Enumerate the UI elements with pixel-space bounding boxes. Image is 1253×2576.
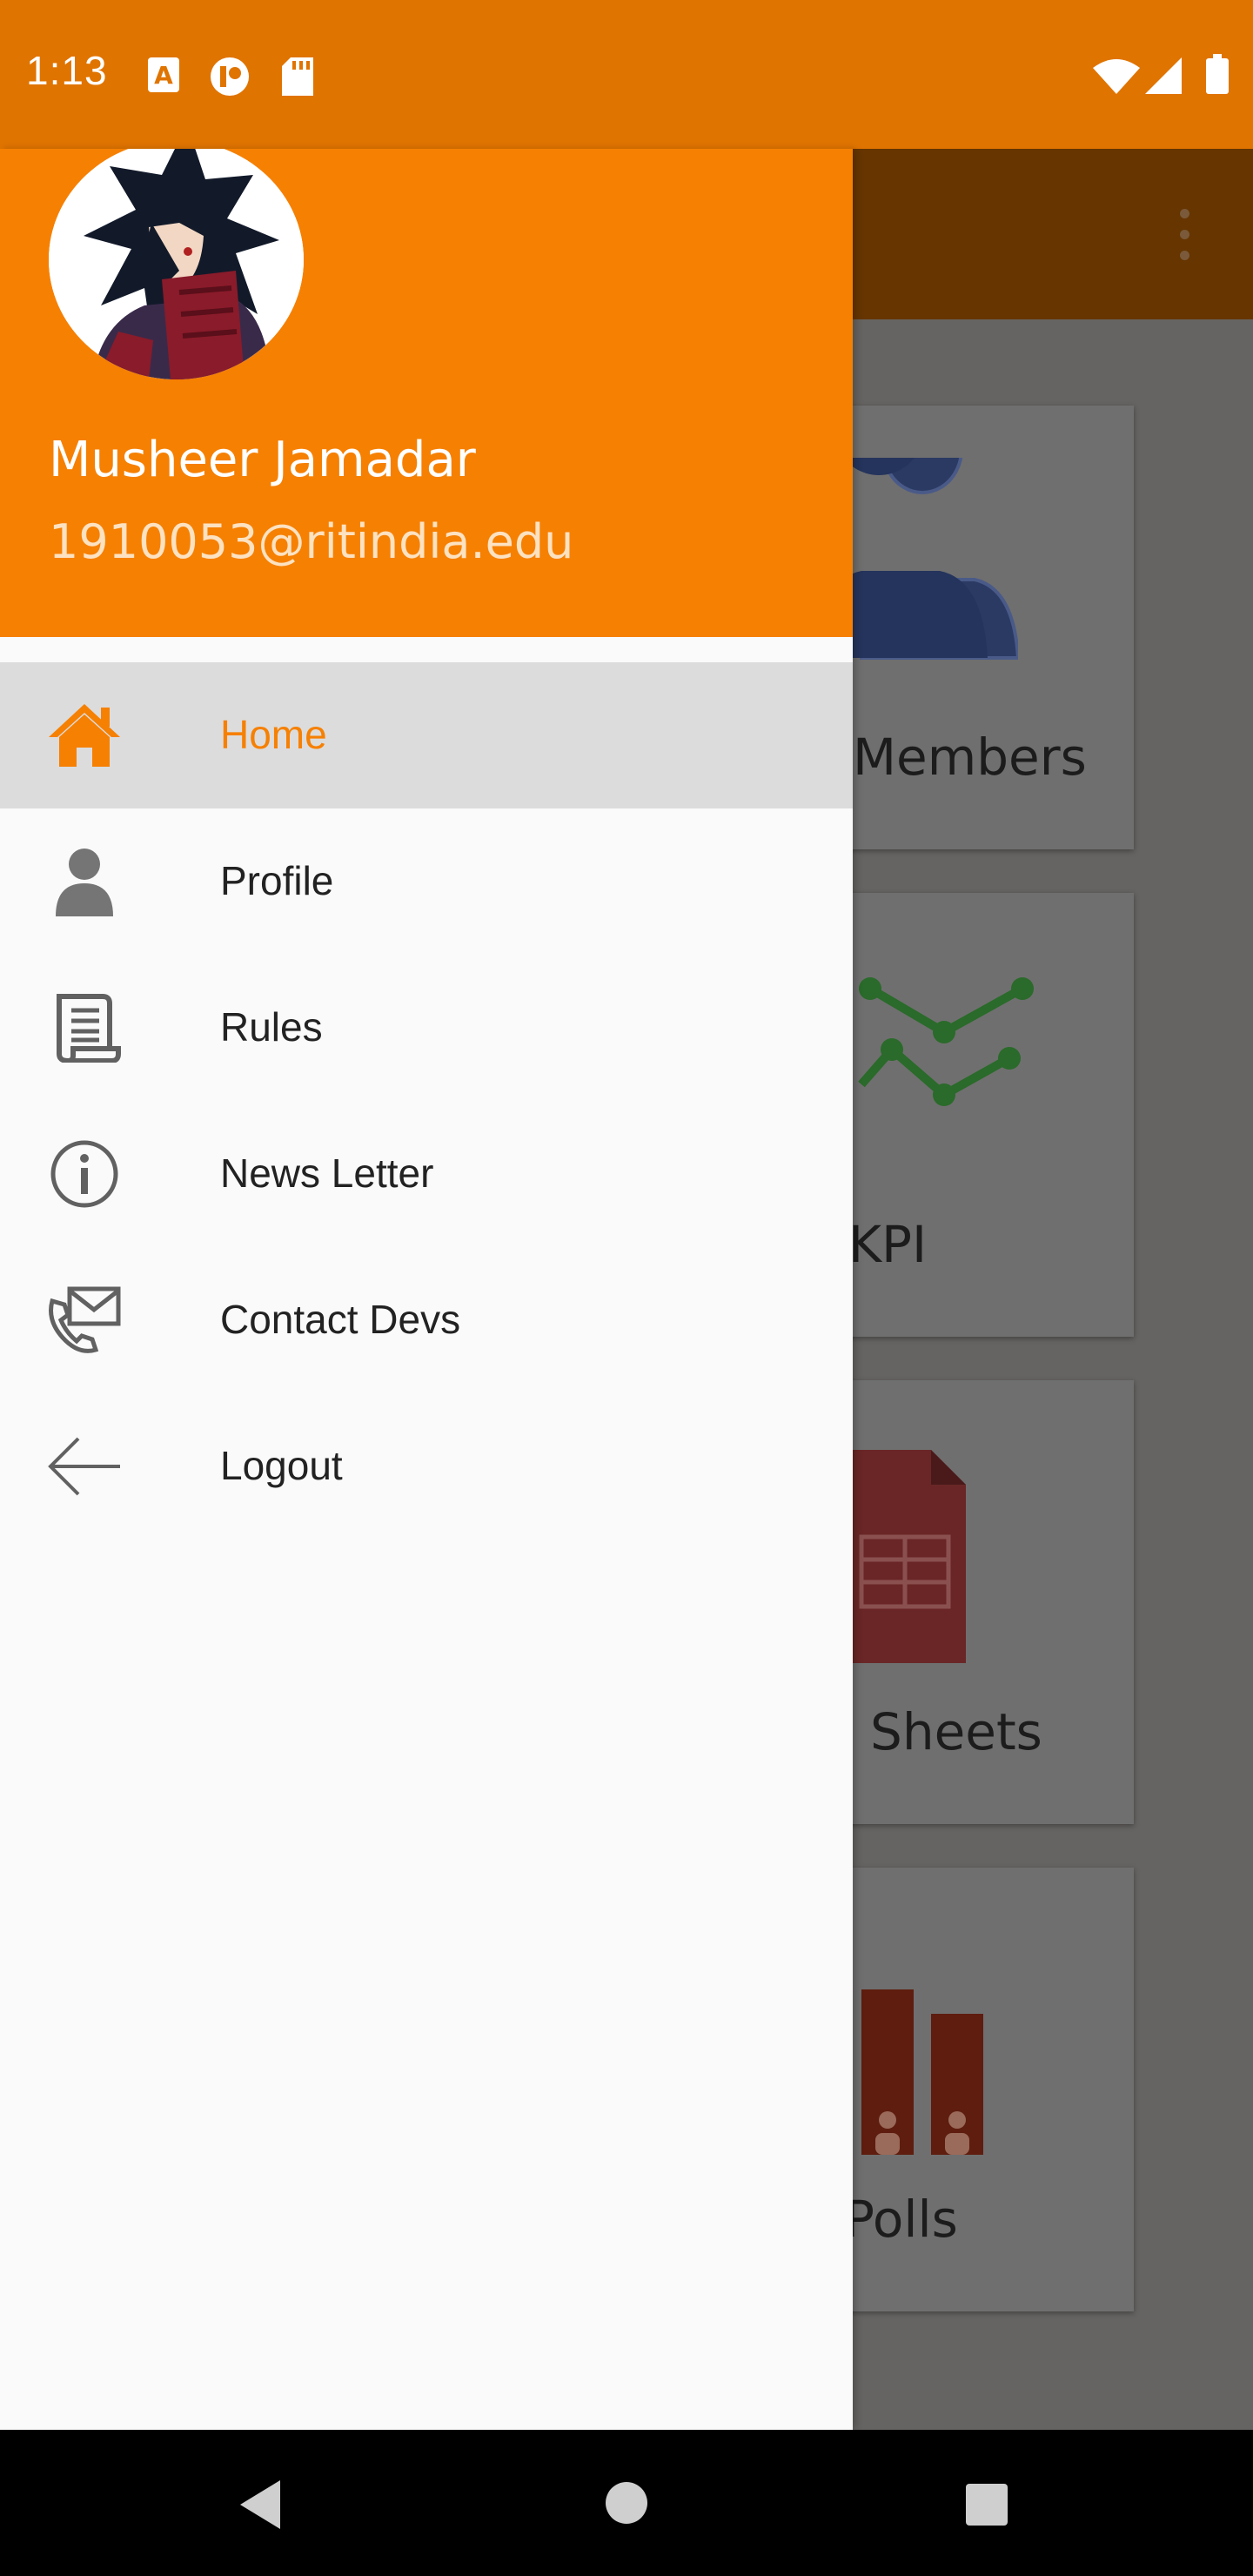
members-card-label: Members	[853, 728, 1087, 787]
navigation-drawer: Musheer Jamadar 1910053@ritindia.edu Hom…	[0, 149, 853, 2430]
signal-icon	[1145, 57, 1182, 94]
sd-card-icon	[282, 57, 313, 96]
scroll-icon	[57, 994, 121, 1063]
avatar[interactable]	[49, 149, 304, 379]
drawer-item-contact-devs[interactable]: Contact Devs	[0, 1247, 853, 1393]
system-navigation-bar	[0, 2430, 1253, 2576]
drawer-item-label: Profile	[220, 858, 334, 903]
user-name: Musheer Jamadar	[49, 432, 476, 488]
contact-mail-icon	[49, 1286, 121, 1353]
overflow-menu-icon[interactable]	[1171, 209, 1197, 261]
drawer-item-home[interactable]: Home	[0, 662, 853, 808]
polls-icon	[861, 1989, 983, 2155]
status-time: 1:13	[26, 48, 108, 93]
drawer-item-label: News Letter	[220, 1150, 434, 1196]
sheets-card-label: Sheets	[870, 1702, 1042, 1761]
drawer-item-profile[interactable]: Profile	[0, 808, 853, 955]
drawer-item-label: Home	[220, 712, 327, 757]
drawer-item-rules[interactable]: Rules	[0, 955, 853, 1101]
recents-button-icon[interactable]	[964, 2482, 1009, 2527]
text-notification-icon: A	[148, 57, 179, 92]
user-email: 1910053@ritindia.edu	[49, 514, 574, 569]
members-icon	[827, 458, 1018, 660]
kpi-chart-icon	[858, 977, 1034, 1106]
sheets-icon	[853, 1450, 966, 1663]
app-notification-icon	[211, 57, 249, 96]
drawer-item-news-letter[interactable]: News Letter	[0, 1101, 853, 1247]
drawer-item-label: Logout	[220, 1443, 343, 1488]
battery-icon	[1206, 54, 1229, 94]
back-button-icon[interactable]	[237, 2479, 284, 2531]
status-bar: 1:13 A	[0, 0, 1253, 149]
info-icon	[50, 1140, 118, 1208]
home-icon	[49, 704, 120, 767]
svg-text:A: A	[154, 61, 173, 90]
home-button-icon[interactable]	[604, 2480, 649, 2526]
drawer-menu: Home Profile Rules News Letter Contact D…	[0, 662, 853, 1540]
drawer-item-label: Rules	[220, 1004, 323, 1050]
kpi-card-label: KPI	[848, 1215, 928, 1274]
avatar-image	[49, 149, 304, 379]
drawer-item-logout[interactable]: Logout	[0, 1393, 853, 1540]
drawer-item-label: Contact Devs	[220, 1297, 461, 1342]
arrow-back-icon	[48, 1437, 120, 1496]
wifi-icon	[1093, 59, 1140, 94]
drawer-header: Musheer Jamadar 1910053@ritindia.edu	[0, 149, 853, 637]
person-icon	[56, 849, 113, 916]
polls-card-label: Polls	[844, 2190, 958, 2249]
